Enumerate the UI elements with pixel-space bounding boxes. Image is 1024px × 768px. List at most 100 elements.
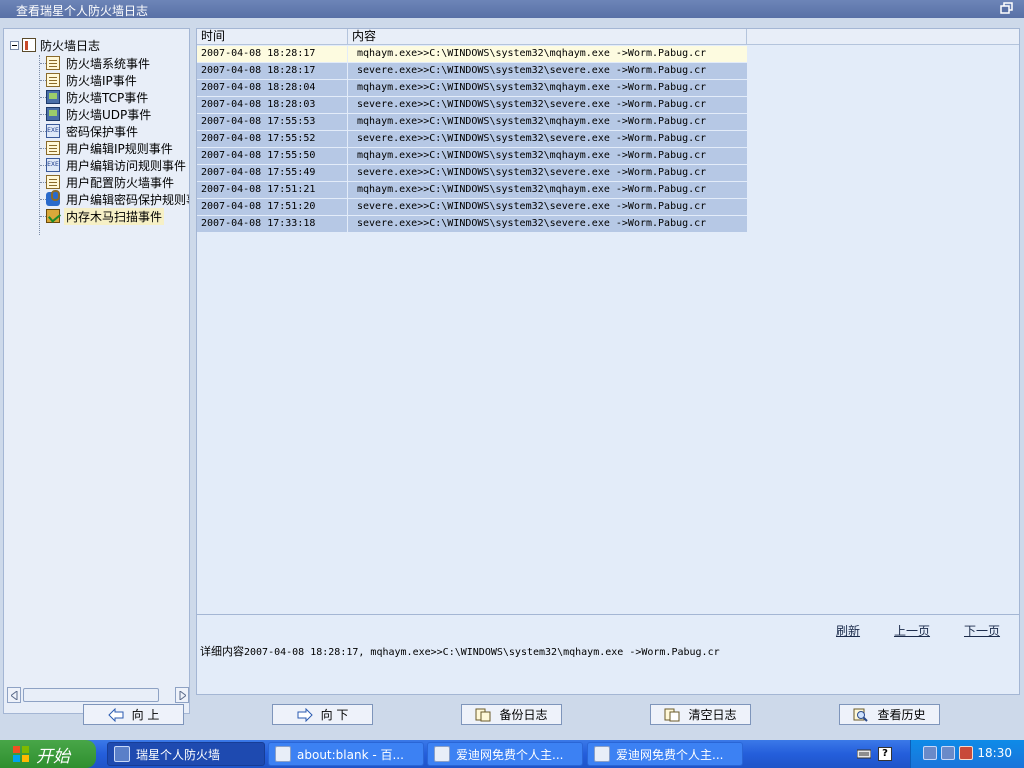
- windows-logo-icon: [12, 745, 30, 763]
- network-icon[interactable]: [923, 746, 937, 760]
- taskbar-button-firewall[interactable]: 瑞星个人防火墙: [107, 742, 265, 766]
- move-up-label: 向 上: [131, 708, 160, 722]
- log-time-cell: 2007-04-08 17:55:52: [197, 131, 348, 147]
- view-history-button[interactable]: 查看历史: [839, 704, 940, 725]
- clear-icon: [664, 708, 680, 722]
- log-row[interactable]: 2007-04-08 17:55:52 severe.exe>>C:\WINDOW…: [197, 131, 747, 148]
- backup-log-button[interactable]: 备份日志: [461, 704, 562, 725]
- tree-item-udp-events[interactable]: 防火墙UDP事件: [40, 106, 153, 122]
- tree-item-system-events[interactable]: 防火墙系统事件: [40, 55, 152, 71]
- system-tray: 18:30: [910, 740, 1024, 768]
- browser-icon: [275, 746, 291, 762]
- log-row[interactable]: 2007-04-08 17:51:20 severe.exe>>C:\WINDOW…: [197, 199, 747, 216]
- log-content-cell: mqhaym.exe>>C:\WINDOWS\system32\mqhaym.e…: [357, 184, 707, 195]
- log-row[interactable]: 2007-04-08 17:55:50 mqhaym.exe>>C:\WINDOW…: [197, 148, 747, 165]
- start-button[interactable]: 开始: [0, 740, 96, 768]
- magnifier-icon: [853, 708, 869, 722]
- tree-item-label: 防火墙UDP事件: [66, 107, 152, 122]
- tree-item-edit-access-rule-events[interactable]: EXE 用户编辑访问规则事件: [40, 157, 188, 173]
- log-time-cell: 2007-04-08 17:51:21: [197, 182, 348, 198]
- scroll-right-button[interactable]: [175, 687, 189, 703]
- column-header-content[interactable]: 内容: [348, 29, 747, 45]
- view-history-label: 查看历史: [877, 708, 926, 722]
- log-content-cell: mqhaym.exe>>C:\WINDOWS\system32\mqhaym.e…: [357, 116, 707, 127]
- log-time-cell: 2007-04-08 18:28:17: [197, 46, 348, 62]
- log-content-cell: mqhaym.exe>>C:\WINDOWS\system32\mqhaym.e…: [357, 150, 707, 161]
- restore-window-icon[interactable]: [1000, 2, 1014, 15]
- taskbar-button-browser-2[interactable]: 爱迪网免费个人主...: [427, 742, 583, 766]
- log-row[interactable]: 2007-04-08 18:28:17 mqhaym.exe>>C:\WINDOW…: [197, 46, 747, 63]
- log-row[interactable]: 2007-04-08 17:55:49 severe.exe>>C:\WINDOW…: [197, 165, 747, 182]
- log-row[interactable]: 2007-04-08 17:33:18 severe.exe>>C:\WINDOW…: [197, 216, 747, 233]
- shield-icon: [114, 746, 130, 762]
- tree-item-label: 密码保护事件: [66, 124, 139, 139]
- collapse-icon[interactable]: [10, 40, 19, 50]
- tree-item-label: 防火墙系统事件: [66, 56, 151, 71]
- log-row[interactable]: 2007-04-08 18:28:04 mqhaym.exe>>C:\WINDOW…: [197, 80, 747, 97]
- log-book-icon: [22, 38, 36, 52]
- taskbar-button-label: 爱迪网免费个人主...: [456, 747, 564, 762]
- log-row[interactable]: 2007-04-08 18:28:03 severe.exe>>C:\WINDOW…: [197, 97, 747, 114]
- tree-item-edit-password-rule-events[interactable]: 用户编辑密码保护规则事件: [40, 190, 189, 207]
- prev-page-link[interactable]: 上一页: [894, 622, 930, 639]
- tree-item-label: 用户编辑访问规则事件: [66, 158, 187, 173]
- tree-item-label: 内存木马扫描事件: [64, 207, 165, 225]
- taskbar-button-browser-1[interactable]: about:blank - 百...: [268, 742, 424, 766]
- log-time-cell: 2007-04-08 18:28:03: [197, 97, 348, 113]
- tree-root[interactable]: 防火墙日志: [10, 37, 100, 53]
- log-content-cell: mqhaym.exe>>C:\WINDOWS\system32\mqhaym.e…: [357, 48, 707, 59]
- log-content-cell: mqhaym.exe>>C:\WINDOWS\system32\mqhaym.e…: [357, 82, 707, 93]
- tree-item-tcp-events[interactable]: 防火墙TCP事件: [40, 89, 150, 105]
- key-icon: [46, 190, 60, 206]
- log-content-cell: severe.exe>>C:\WINDOWS\system32\severe.e…: [357, 133, 707, 144]
- log-content-cell: severe.exe>>C:\WINDOWS\system32\severe.e…: [357, 218, 707, 229]
- taskbar-button-browser-3[interactable]: 爱迪网免费个人主...: [587, 742, 743, 766]
- next-page-link[interactable]: 下一页: [964, 622, 1000, 639]
- log-time-cell: 2007-04-08 17:33:18: [197, 216, 348, 232]
- clear-log-label: 清空日志: [688, 708, 737, 722]
- scan-icon: [46, 209, 60, 223]
- tree-horizontal-scrollbar[interactable]: [7, 687, 189, 703]
- move-up-button[interactable]: 向 上: [83, 704, 184, 725]
- help-icon[interactable]: ?: [878, 747, 892, 761]
- antivirus-icon[interactable]: [959, 746, 973, 760]
- detail-value: 2007-04-08 18:28:17, mqhaym.exe>>C:\WIND…: [244, 647, 720, 658]
- tree-item-edit-ip-rule-events[interactable]: 用户编辑IP规则事件: [40, 140, 175, 156]
- browser-icon: [434, 746, 450, 762]
- log-time-cell: 2007-04-08 17:55:49: [197, 165, 348, 181]
- log-time-cell: 2007-04-08 18:28:04: [197, 80, 348, 96]
- computer-icon: [46, 90, 60, 104]
- tree-item-ip-events[interactable]: 防火墙IP事件: [40, 72, 139, 88]
- tree-item-label: 防火墙IP事件: [66, 73, 137, 88]
- log-list: 时间 内容 2007-04-08 18:28:17 mqhaym.exe>>C:\…: [196, 28, 1020, 615]
- window-titlebar: 查看瑞星个人防火墙日志: [0, 0, 1024, 18]
- keyboard-icon[interactable]: [856, 747, 872, 761]
- log-content-cell: severe.exe>>C:\WINDOWS\system32\severe.e…: [357, 201, 707, 212]
- tree-item-trojan-scan-events[interactable]: 内存木马扫描事件: [40, 207, 165, 225]
- log-row[interactable]: 2007-04-08 17:51:21 mqhaym.exe>>C:\WINDOW…: [197, 182, 747, 199]
- log-time-cell: 2007-04-08 18:28:17: [197, 63, 348, 79]
- log-time-cell: 2007-04-08 17:55:53: [197, 114, 348, 130]
- browser-icon: [594, 746, 610, 762]
- taskbar-button-label: 爱迪网免费个人主...: [616, 747, 724, 762]
- log-row[interactable]: 2007-04-08 18:28:17 severe.exe>>C:\WINDOW…: [197, 63, 747, 80]
- tree-item-label: 用户编辑密码保护规则事件: [66, 192, 189, 207]
- clear-log-button[interactable]: 清空日志: [650, 704, 751, 725]
- refresh-link[interactable]: 刷新: [836, 622, 860, 639]
- taskbar-button-label: about:blank - 百...: [297, 747, 404, 762]
- tree-item-config-events[interactable]: 用户配置防火墙事件: [40, 174, 176, 190]
- tree-item-password-events[interactable]: EXE 密码保护事件: [40, 123, 140, 139]
- move-down-button[interactable]: 向 下: [272, 704, 373, 725]
- start-label: 开始: [36, 746, 70, 767]
- arrow-right-icon: [297, 707, 313, 722]
- log-content-cell: severe.exe>>C:\WINDOWS\system32\severe.e…: [357, 65, 707, 76]
- exe-icon: EXE: [46, 124, 60, 138]
- scroll-left-button[interactable]: [7, 687, 21, 703]
- log-row[interactable]: 2007-04-08 17:55:53 mqhaym.exe>>C:\WINDOW…: [197, 114, 747, 131]
- detail-label: 详细内容: [200, 645, 244, 658]
- column-header-time[interactable]: 时间: [197, 29, 348, 45]
- scrollbar-thumb[interactable]: [23, 688, 159, 702]
- backup-log-label: 备份日志: [499, 708, 548, 722]
- clock: 18:30: [977, 746, 1012, 760]
- network-icon[interactable]: [941, 746, 955, 760]
